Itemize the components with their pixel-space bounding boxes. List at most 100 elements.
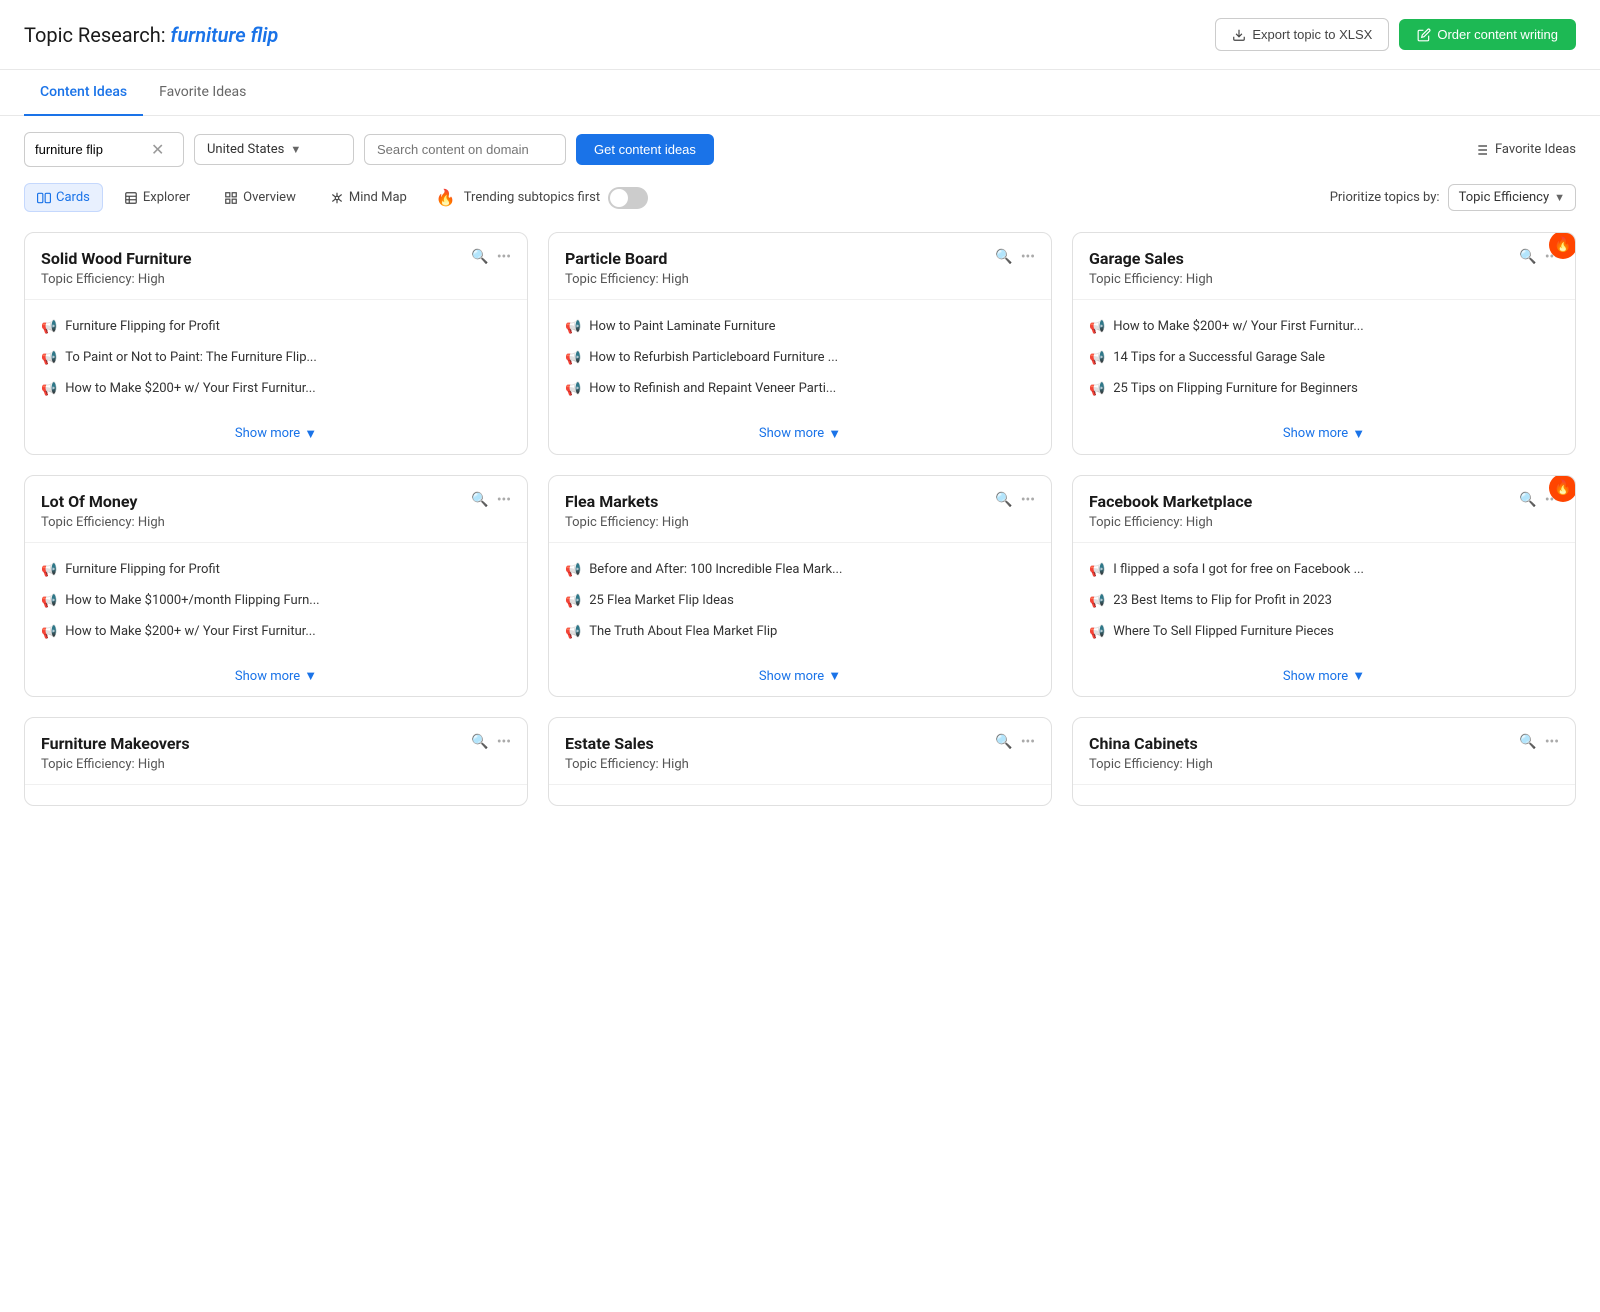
page-header: Topic Research: furniture flip Export to… (0, 0, 1600, 70)
chevron-down-icon: ▼ (828, 668, 841, 684)
chevron-down-icon: ▼ (304, 668, 317, 684)
card-title: Facebook Marketplace (1089, 492, 1519, 511)
megaphone-icon: 📢 (565, 593, 581, 611)
card-divider (25, 299, 527, 300)
list-item: 📢 Furniture Flipping for Profit (41, 312, 511, 343)
card-efficiency: Topic Efficiency: High (1089, 272, 1519, 287)
trending-badge: 🔥 (1549, 232, 1576, 259)
card-lot-of-money: Lot Of Money Topic Efficiency: High 🔍 ••… (24, 475, 528, 698)
card-items (549, 789, 1051, 805)
search-icon[interactable]: 🔍 (1519, 734, 1536, 750)
card-items: 📢 How to Make $200+ w/ Your First Furnit… (1073, 304, 1575, 414)
card-furniture-makeovers: Furniture Makeovers Topic Efficiency: Hi… (24, 717, 528, 806)
list-item: 📢 I flipped a sofa I got for free on Fac… (1089, 555, 1559, 586)
list-item: 📢 How to Make $200+ w/ Your First Furnit… (41, 617, 511, 648)
card-efficiency: Topic Efficiency: High (565, 757, 995, 772)
view-cards-button[interactable]: Cards (24, 183, 103, 212)
keyword-input[interactable] (35, 142, 145, 157)
megaphone-icon: 📢 (1089, 319, 1105, 337)
list-item: 📢 How to Make $1000+/month Flipping Furn… (41, 586, 511, 617)
search-icon[interactable]: 🔍 (1519, 492, 1536, 508)
card-divider (25, 784, 527, 785)
card-header: Furniture Makeovers Topic Efficiency: Hi… (25, 718, 527, 780)
country-selector[interactable]: United States ▼ (194, 134, 354, 165)
search-icon[interactable]: 🔍 (995, 492, 1012, 508)
list-icon (1473, 142, 1489, 158)
trending-badge: 🔥 (1549, 475, 1576, 502)
megaphone-icon: 📢 (41, 319, 57, 337)
get-ideas-button[interactable]: Get content ideas (576, 134, 714, 165)
tab-content-ideas[interactable]: Content Ideas (24, 70, 143, 116)
priority-chevron-icon: ▼ (1554, 191, 1565, 204)
show-more-button[interactable]: Show more ▼ (25, 414, 527, 454)
chevron-down-icon: ▼ (1352, 426, 1365, 442)
card-items (1073, 789, 1575, 805)
megaphone-icon: 📢 (565, 624, 581, 642)
more-options-icon[interactable]: ••• (497, 734, 511, 750)
list-item: 📢 To Paint or Not to Paint: The Furnitur… (41, 343, 511, 374)
search-icon[interactable]: 🔍 (471, 249, 488, 265)
view-explorer-button[interactable]: Explorer (111, 183, 203, 212)
card-efficiency: Topic Efficiency: High (565, 515, 995, 530)
priority-select[interactable]: Topic Efficiency ▼ (1448, 184, 1576, 211)
card-efficiency: Topic Efficiency: High (41, 515, 471, 530)
card-header: Solid Wood Furniture Topic Efficiency: H… (25, 233, 527, 295)
search-icon[interactable]: 🔍 (471, 492, 488, 508)
card-title: Solid Wood Furniture (41, 249, 471, 268)
view-mindmap-button[interactable]: Mind Map (317, 183, 420, 212)
search-icon[interactable]: 🔍 (995, 249, 1012, 265)
domain-search-input[interactable] (364, 134, 566, 165)
header-actions: Export topic to XLSX Order content writi… (1215, 18, 1576, 51)
keyword-search-field[interactable]: ✕ (24, 132, 184, 167)
mindmap-icon (330, 191, 344, 205)
chevron-down-icon: ▼ (828, 426, 841, 442)
show-more-button[interactable]: Show more ▼ (1073, 414, 1575, 454)
card-header: Flea Markets Topic Efficiency: High 🔍 ••… (549, 476, 1051, 538)
show-more-button[interactable]: Show more ▼ (25, 656, 527, 696)
card-items: 📢 I flipped a sofa I got for free on Fac… (1073, 547, 1575, 657)
list-item: 📢 The Truth About Flea Market Flip (565, 617, 1035, 648)
more-options-icon[interactable]: ••• (497, 492, 511, 508)
card-divider (549, 299, 1051, 300)
card-title: Estate Sales (565, 734, 995, 753)
card-title: China Cabinets (1089, 734, 1519, 753)
order-content-button[interactable]: Order content writing (1399, 19, 1576, 50)
card-header: Garage Sales Topic Efficiency: High 🔍 ••… (1073, 233, 1575, 295)
more-options-icon[interactable]: ••• (1021, 492, 1035, 508)
show-more-button[interactable]: Show more ▼ (1073, 656, 1575, 696)
trending-toggle: 🔥 Trending subtopics first (436, 187, 648, 209)
prioritize-section: Prioritize topics by: Topic Efficiency ▼ (1330, 184, 1576, 211)
show-more-button[interactable]: Show more ▼ (549, 656, 1051, 696)
card-efficiency: Topic Efficiency: High (565, 272, 995, 287)
megaphone-icon: 📢 (41, 562, 57, 580)
card-items: 📢 Furniture Flipping for Profit 📢 How to… (25, 547, 527, 657)
clear-keyword-icon[interactable]: ✕ (151, 140, 164, 159)
megaphone-icon: 📢 (1089, 562, 1105, 580)
more-options-icon[interactable]: ••• (497, 249, 511, 265)
overview-icon (224, 191, 238, 205)
trending-switch[interactable] (608, 187, 648, 209)
list-item: 📢 How to Refinish and Repaint Veneer Par… (565, 374, 1035, 405)
list-item: 📢 25 Flea Market Flip Ideas (565, 586, 1035, 617)
more-options-icon[interactable]: ••• (1021, 249, 1035, 265)
tab-favorite-ideas[interactable]: Favorite Ideas (143, 70, 262, 116)
card-title: Flea Markets (565, 492, 995, 511)
megaphone-icon: 📢 (1089, 381, 1105, 399)
search-icon[interactable]: 🔍 (995, 734, 1012, 750)
megaphone-icon: 📢 (41, 593, 57, 611)
show-more-button[interactable]: Show more ▼ (549, 414, 1051, 454)
card-solid-wood: Solid Wood Furniture Topic Efficiency: H… (24, 232, 528, 455)
megaphone-icon: 📢 (565, 319, 581, 337)
search-icon[interactable]: 🔍 (471, 734, 488, 750)
list-item: 📢 Before and After: 100 Incredible Flea … (565, 555, 1035, 586)
megaphone-icon: 📢 (41, 350, 57, 368)
card-efficiency: Topic Efficiency: High (1089, 757, 1519, 772)
more-options-icon[interactable]: ••• (1021, 734, 1035, 750)
favorite-ideas-button[interactable]: Favorite Ideas (1473, 142, 1576, 158)
export-button[interactable]: Export topic to XLSX (1215, 18, 1389, 51)
card-header: Estate Sales Topic Efficiency: High 🔍 ••… (549, 718, 1051, 780)
more-options-icon[interactable]: ••• (1545, 734, 1559, 750)
view-overview-button[interactable]: Overview (211, 183, 309, 212)
card-items: 📢 Before and After: 100 Incredible Flea … (549, 547, 1051, 657)
search-icon[interactable]: 🔍 (1519, 249, 1536, 265)
